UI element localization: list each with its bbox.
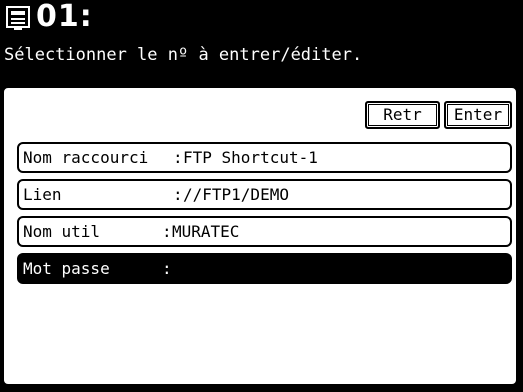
field-row-link[interactable]: Lien : //FTP1/DEMO: [17, 179, 512, 210]
field-row-username[interactable]: Nom util : MURATEC: [17, 216, 512, 247]
fax-lcd-screen: 01: Sélectionner le nº à entrer/éditer. …: [0, 0, 523, 392]
field-separator: :: [173, 148, 183, 167]
field-value: FTP Shortcut-1: [183, 148, 318, 167]
field-separator: :: [173, 185, 183, 204]
field-value: //FTP1/DEMO: [183, 185, 289, 204]
phonebook-icon: [5, 6, 32, 31]
header: 01: Sélectionner le nº à entrer/éditer.: [0, 0, 523, 86]
field-row-shortcut-name[interactable]: Nom raccourci : FTP Shortcut-1: [17, 142, 512, 173]
field-separator: :: [162, 222, 172, 241]
enter-button[interactable]: Enter: [444, 101, 512, 129]
field-label: Nom raccourci: [23, 148, 149, 167]
entry-panel: Retr Enter Nom raccourci : FTP Shortcut-…: [2, 86, 518, 386]
field-separator: :: [162, 259, 172, 278]
field-label: Nom util: [23, 222, 101, 241]
field-label: Mot passe: [23, 259, 110, 278]
instruction-text: Sélectionner le nº à entrer/éditer.: [4, 45, 363, 65]
field-row-password[interactable]: Mot passe :: [17, 253, 512, 284]
field-value: MURATEC: [172, 222, 240, 241]
entry-number: 01:: [36, 0, 93, 34]
field-label: Lien: [23, 185, 62, 204]
back-button[interactable]: Retr: [365, 101, 440, 129]
